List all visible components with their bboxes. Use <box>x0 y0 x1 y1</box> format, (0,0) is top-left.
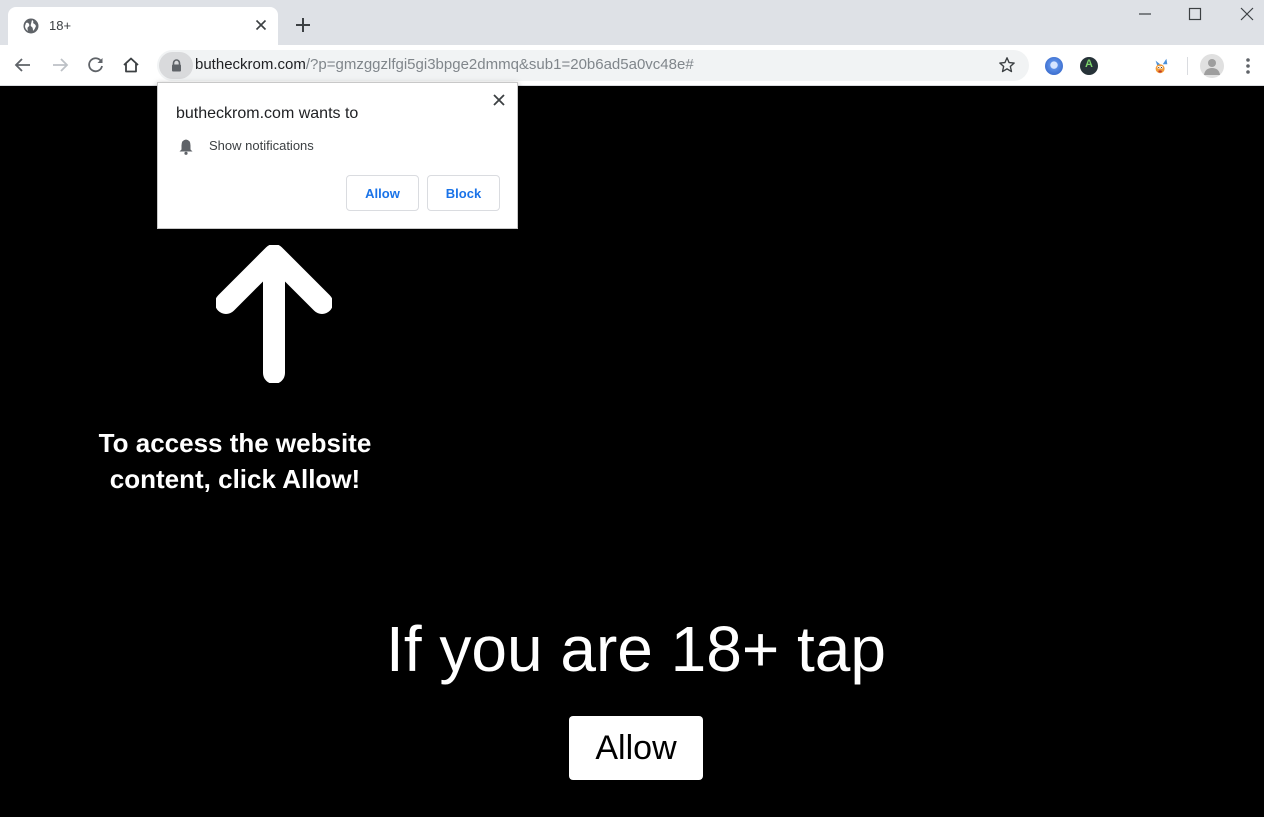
popup-title: butheckrom.com wants to <box>176 105 359 122</box>
profile-silhouette-icon <box>1204 59 1220 75</box>
globe-icon <box>23 18 39 34</box>
lock-icon <box>172 59 181 72</box>
tab-strip: 18+ <box>0 0 1264 45</box>
instruction-line-1: To access the website <box>98 428 372 458</box>
site-info-button[interactable] <box>159 52 193 79</box>
tab-title: 18+ <box>49 18 72 33</box>
allow-button[interactable]: Allow <box>346 175 419 211</box>
minimize-icon[interactable] <box>1135 4 1155 24</box>
window-close-icon[interactable] <box>1237 4 1257 24</box>
dark-a-extension-icon[interactable]: A <box>1080 57 1098 75</box>
star-icon[interactable] <box>998 56 1016 74</box>
age-headline: If you are 18+ tap <box>386 613 886 685</box>
back-arrow-icon[interactable] <box>13 55 33 75</box>
up-arrow-icon <box>216 245 332 383</box>
close-icon[interactable] <box>491 92 507 108</box>
instruction-line-2: content, click Allow! <box>109 464 361 494</box>
blue-disc-extension-icon[interactable] <box>1045 57 1063 75</box>
page-allow-button[interactable]: Allow <box>569 716 703 780</box>
kebab-menu-icon[interactable] <box>1240 56 1256 76</box>
close-icon[interactable] <box>252 16 270 34</box>
block-button[interactable]: Block <box>427 175 500 211</box>
bell-icon <box>179 139 193 155</box>
toolbar: butheckrom.com/?p=gmzggzlfgi5gi3bpge2dmm… <box>0 45 1264 86</box>
allow-instruction-text: To access the website content, click All… <box>95 425 375 497</box>
cartoon-dog-extension-icon[interactable] <box>1152 57 1170 75</box>
avatar-icon[interactable] <box>1200 54 1224 78</box>
forward-arrow-icon[interactable] <box>50 55 70 75</box>
toolbar-separator <box>1187 57 1188 75</box>
tab-active[interactable]: 18+ <box>8 7 278 45</box>
url-host: butheckrom.com <box>195 56 306 73</box>
maximize-icon[interactable] <box>1185 4 1205 24</box>
url-path: /?p=gmzggzlfgi5gi3bpge2dmmq&sub1=20b6ad5… <box>305 56 694 73</box>
reload-icon[interactable] <box>86 55 106 75</box>
notification-permission-popup: butheckrom.com wants to Show notificatio… <box>157 82 518 229</box>
address-bar[interactable]: butheckrom.com/?p=gmzggzlfgi5gi3bpge2dmm… <box>157 50 1029 81</box>
url-text[interactable]: butheckrom.com/?p=gmzggzlfgi5gi3bpge2dmm… <box>195 56 694 73</box>
extension-letter: A <box>1085 58 1093 70</box>
plus-icon[interactable] <box>292 14 314 36</box>
permission-text: Show notifications <box>209 138 314 153</box>
home-icon[interactable] <box>121 55 141 75</box>
